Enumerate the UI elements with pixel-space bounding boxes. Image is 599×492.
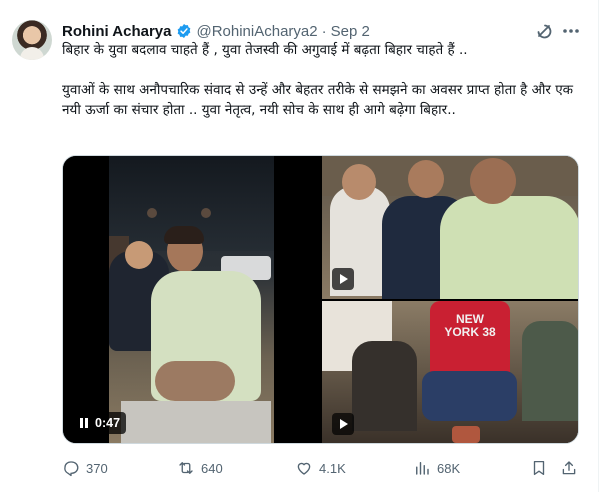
separator-dot: · xyxy=(321,22,327,40)
bookmark-icon xyxy=(533,460,545,476)
media-thumbnail-video[interactable] xyxy=(322,156,578,299)
bookmark-button[interactable] xyxy=(530,458,548,478)
reply-button[interactable]: 370 xyxy=(62,458,108,478)
video-duration: 0:47 xyxy=(95,416,121,430)
shirt-text: NEW YORK 38 xyxy=(444,312,496,339)
share-icon xyxy=(562,461,576,475)
play-icon[interactable] xyxy=(332,268,354,290)
tweet-text-paragraph: युवाओं के साथ अनौपचारिक संवाद से उन्हें … xyxy=(62,82,574,118)
more-icon[interactable] xyxy=(560,21,582,41)
verified-badge-icon xyxy=(178,24,191,38)
repost-icon xyxy=(179,462,193,474)
video-player[interactable]: 0:47 xyxy=(63,156,320,443)
action-bar: 370 640 4.1K 68K xyxy=(62,458,582,478)
repost-count: 640 xyxy=(201,460,223,476)
play-icon[interactable] xyxy=(332,413,354,435)
tweet-date[interactable]: Sep 2 xyxy=(331,23,370,40)
reply-icon xyxy=(64,461,79,477)
video-frame xyxy=(109,156,274,443)
media-grid[interactable]: 0:47 NEW YORK 38 xyxy=(62,155,579,444)
pause-icon[interactable] xyxy=(79,417,89,429)
like-count: 4.1K xyxy=(319,460,346,476)
video-duration-badge[interactable]: 0:47 xyxy=(73,412,127,434)
media-thumbnail-video[interactable]: NEW YORK 38 xyxy=(322,301,578,443)
tweet-card[interactable]: Rohini Acharya @RohiniAcharya2 · Sep 2 ब… xyxy=(0,0,599,492)
repost-button[interactable]: 640 xyxy=(177,458,223,478)
grok-icon[interactable] xyxy=(534,21,554,41)
like-button[interactable]: 4.1K xyxy=(295,458,346,478)
display-name[interactable]: Rohini Acharya xyxy=(62,23,171,40)
like-icon xyxy=(297,462,311,475)
tweet-header: Rohini Acharya @RohiniAcharya2 · Sep 2 xyxy=(62,21,370,41)
handle[interactable]: @RohiniAcharya2 xyxy=(196,23,317,40)
share-button[interactable] xyxy=(560,458,578,478)
avatar[interactable] xyxy=(12,20,52,60)
reply-count: 370 xyxy=(86,460,108,476)
views-button[interactable]: 68K xyxy=(413,458,460,478)
tweet-text-line: बिहार के युवा बदलाव चाहते हैं , युवा तेज… xyxy=(62,42,468,58)
views-icon xyxy=(416,462,429,475)
views-count: 68K xyxy=(437,460,461,476)
